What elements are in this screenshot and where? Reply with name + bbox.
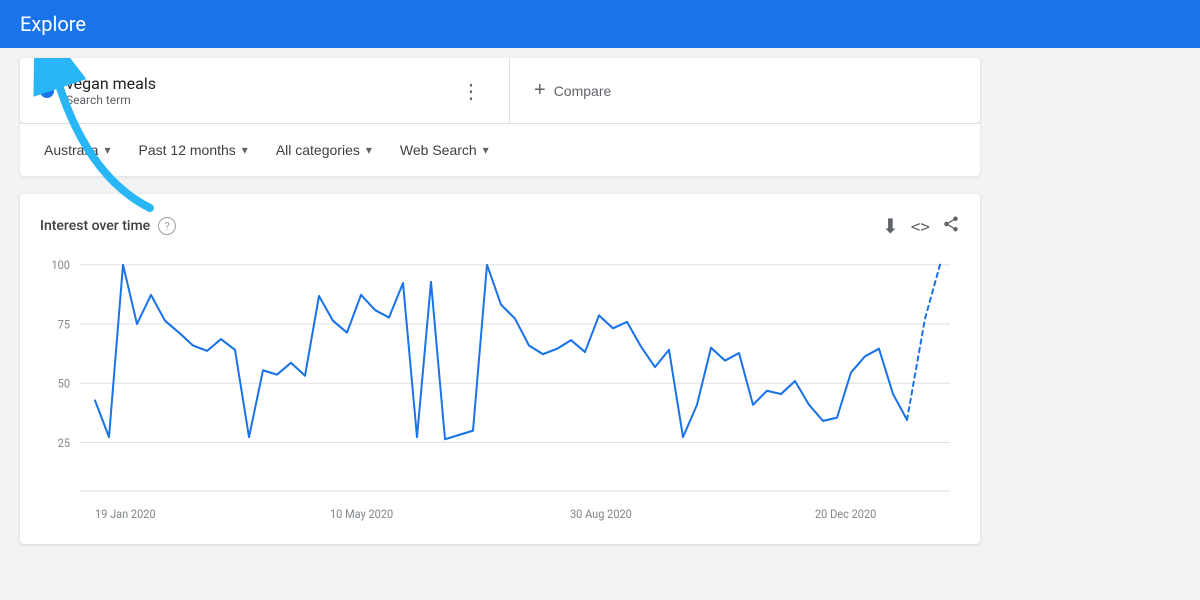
filters-bar: Australia ▾ Past 12 months ▾ All categor…: [20, 123, 980, 176]
chevron-down-icon: ▾: [242, 143, 248, 157]
interest-chart: 100 75 50 25 19 Jan 2020 10 May 2020 30 …: [40, 254, 960, 534]
chart-card: Interest over time ? ⬇ <>: [20, 194, 980, 544]
share-icon[interactable]: [942, 215, 960, 238]
filter-category-label: All categories: [276, 142, 360, 158]
spacer: [20, 176, 1180, 186]
filter-search-type-label: Web Search: [400, 142, 477, 158]
filter-country[interactable]: Australia ▾: [32, 134, 123, 166]
search-term-section: vegan meals Search term ⋮: [20, 58, 510, 123]
svg-text:30 Aug 2020: 30 Aug 2020: [570, 506, 632, 521]
svg-text:25: 25: [58, 435, 70, 450]
svg-text:50: 50: [58, 376, 70, 391]
filter-time[interactable]: Past 12 months ▾: [127, 134, 260, 166]
search-term-type: Search term: [66, 93, 453, 107]
compare-button[interactable]: + Compare: [534, 79, 611, 102]
filter-time-label: Past 12 months: [139, 142, 236, 158]
search-term-card: vegan meals Search term ⋮ + Compare: [20, 58, 980, 123]
chevron-down-icon: ▾: [104, 143, 110, 157]
help-icon[interactable]: ?: [158, 217, 176, 235]
filter-country-label: Australia: [44, 142, 98, 158]
compare-label: Compare: [554, 83, 612, 99]
chart-title: Interest over time: [40, 218, 150, 234]
svg-text:75: 75: [58, 317, 70, 332]
chart-title-area: Interest over time ?: [40, 217, 176, 235]
chart-line: [95, 265, 907, 439]
svg-text:10 May 2020: 10 May 2020: [330, 506, 393, 521]
app-title: Explore: [20, 12, 86, 36]
help-icon-label: ?: [165, 220, 170, 233]
chart-dotted-line: [907, 265, 940, 420]
compare-plus-icon: +: [534, 79, 546, 102]
svg-text:100: 100: [51, 258, 70, 273]
main-content: vegan meals Search term ⋮ + Compare Aust…: [0, 48, 1200, 554]
chevron-down-icon: ▾: [483, 143, 489, 157]
download-icon[interactable]: ⬇: [882, 214, 899, 238]
app-header: Explore: [0, 0, 1200, 48]
chevron-down-icon: ▾: [366, 143, 372, 157]
filter-category[interactable]: All categories ▾: [264, 134, 384, 166]
filter-search-type[interactable]: Web Search ▾: [388, 134, 501, 166]
chart-header: Interest over time ? ⬇ <>: [40, 214, 960, 238]
search-term-dot: [40, 84, 54, 98]
compare-section: + Compare: [510, 58, 980, 123]
chart-svg: 100 75 50 25 19 Jan 2020 10 May 2020 30 …: [40, 254, 960, 534]
search-term-name: vegan meals: [66, 74, 453, 93]
embed-icon[interactable]: <>: [911, 217, 930, 236]
svg-text:19 Jan 2020: 19 Jan 2020: [95, 506, 156, 521]
more-options-button[interactable]: ⋮: [453, 79, 489, 103]
svg-text:20 Dec 2020: 20 Dec 2020: [815, 506, 876, 521]
chart-actions: ⬇ <>: [882, 214, 960, 238]
search-term-text: vegan meals Search term: [66, 74, 453, 107]
